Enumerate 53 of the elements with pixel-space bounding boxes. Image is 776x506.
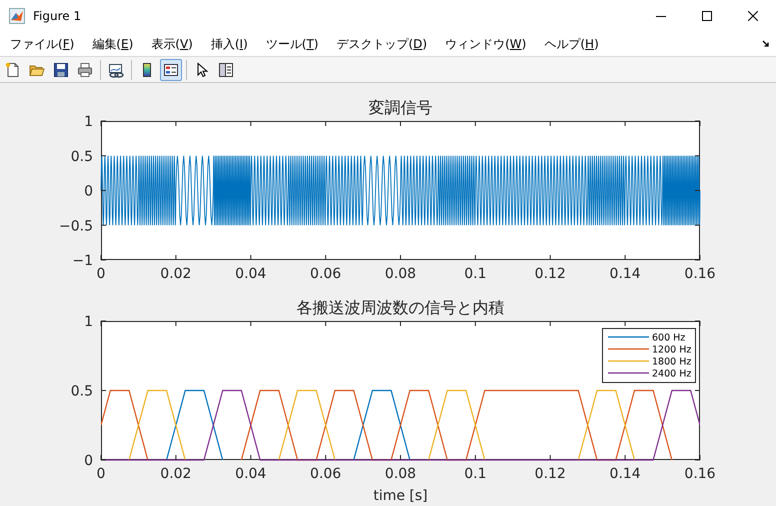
menu-item[interactable]: ヘルプ(H)	[537, 34, 606, 54]
legend-box[interactable]	[602, 328, 696, 383]
menu-item[interactable]: ウィンドウ(W)	[438, 34, 534, 54]
new-file-icon	[5, 62, 21, 78]
tick-label: 0	[96, 466, 106, 482]
legend-label: 600 Hz	[652, 332, 686, 344]
tick-label: 0	[96, 266, 106, 282]
dock-arrow-icon[interactable]	[762, 40, 770, 48]
tick-label: 0	[84, 453, 93, 469]
tick-label: 0.14	[610, 466, 641, 482]
tick-label: 0.02	[160, 266, 192, 282]
panel-icon	[218, 62, 234, 78]
menu-item[interactable]: 編集(E)	[85, 34, 140, 54]
close-icon	[748, 11, 758, 21]
legend-button[interactable]	[160, 58, 182, 80]
legend-label: 2400 Hz	[652, 368, 692, 380]
tick-label: 0.5	[70, 148, 93, 165]
menu-item[interactable]: ファイル(F)	[3, 34, 82, 54]
legend-icon	[163, 62, 179, 78]
tick-label: 1	[84, 314, 93, 330]
plot-title: 各搬送波周波数の信号と内積	[296, 298, 504, 317]
legend-label: 1200 Hz	[652, 344, 692, 356]
tick-label: 0.1	[464, 266, 486, 282]
plot-title: 変調信号	[368, 98, 432, 117]
tick-label: 0.08	[384, 266, 416, 282]
window-title: Figure 1	[33, 9, 82, 23]
menu-item[interactable]: 表示(V)	[144, 34, 200, 54]
app-icon	[9, 8, 25, 24]
tick-label: 1	[84, 114, 93, 130]
tick-label: 0	[84, 184, 93, 200]
tick-label: −0.5	[59, 218, 93, 234]
tick-label: 0.5	[70, 384, 93, 400]
tick-label: 0.04	[235, 266, 266, 282]
tick-label: 0.06	[310, 266, 342, 282]
tick-label: −1	[72, 253, 93, 269]
tick-label: 0.16	[684, 266, 716, 282]
menu-item[interactable]: デスクトップ(D)	[329, 34, 434, 54]
menu-item[interactable]: 挿入(I)	[204, 34, 255, 54]
maximize-icon	[702, 11, 712, 21]
tick-label: 0.04	[235, 466, 266, 482]
tick-label: 0.14	[610, 266, 641, 282]
tick-label: 0.06	[310, 466, 342, 482]
tick-label: 0.02	[160, 466, 192, 482]
tick-label: 0.16	[684, 466, 716, 482]
axis-label: time [s]	[373, 488, 428, 504]
tick-label: 0.08	[384, 466, 416, 482]
tick-label: 0.12	[534, 466, 566, 482]
menu-item[interactable]: ツール(T)	[258, 34, 326, 54]
tick-label: 0.12	[534, 266, 566, 282]
printer-icon	[77, 62, 93, 78]
tick-label: 0.1	[464, 466, 486, 482]
linked-plot-icon	[108, 62, 124, 78]
legend-label: 1800 Hz	[652, 356, 692, 368]
